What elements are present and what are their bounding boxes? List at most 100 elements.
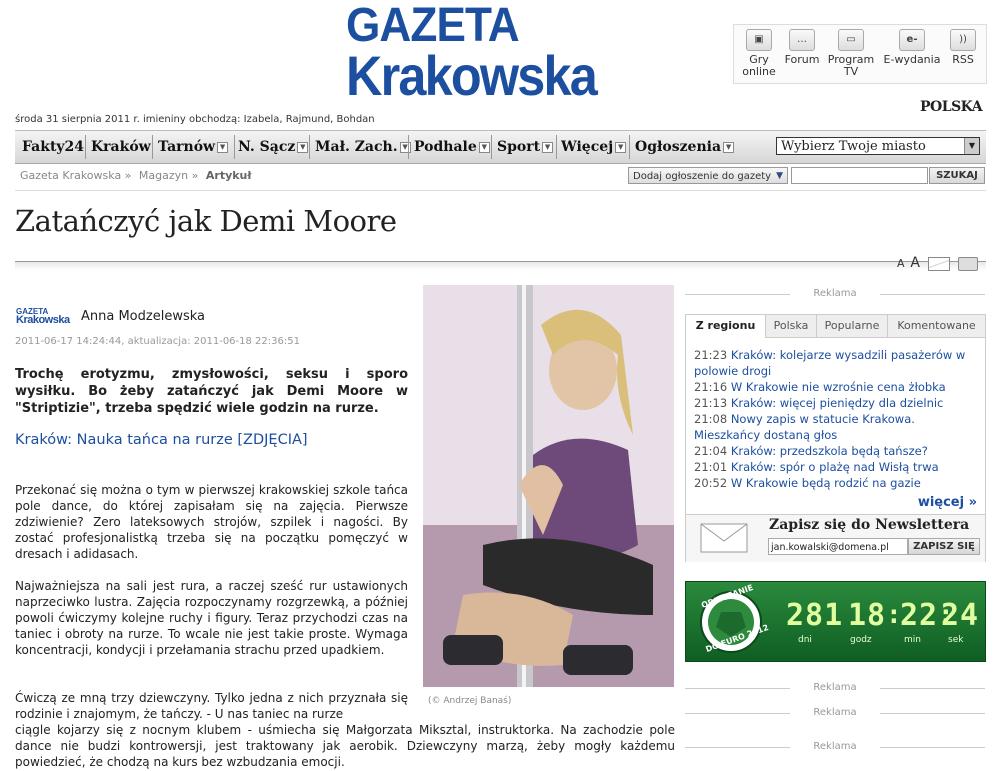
site-logo-top[interactable]: GAZETA	[346, 2, 520, 50]
page-title: Zatańczyć jak Demi Moore	[15, 204, 397, 238]
nav-item-krakow[interactable]: Kraków	[91, 139, 151, 155]
breadcrumb-current: Artykuł	[205, 169, 252, 182]
print-icon[interactable]	[957, 256, 978, 271]
nav-item-mal-zach[interactable]: Mał. Zach. ▼	[315, 139, 411, 155]
related-article-link[interactable]: Kraków: Nauka tańca na rurze [ZDJĘCIA]	[15, 432, 308, 448]
nav-item-label: Ogłoszenia	[635, 139, 722, 155]
add-ad-dropdown[interactable]: Dodaj ogłoszenie do gazety ▼	[628, 167, 788, 184]
top-links: ▣ Gry online … Forum ▭ Program TV e- E-w…	[733, 24, 987, 84]
list-item[interactable]: 21:23 Kraków: kolejarze wysadzili pasaże…	[694, 347, 979, 379]
nav-item-label: Tarnów	[158, 139, 216, 155]
search-input[interactable]	[791, 167, 928, 184]
nav-item-sport[interactable]: Sport ▼	[497, 139, 554, 155]
nav-item-label: Więcej	[561, 139, 614, 155]
top-link-tv[interactable]: ▭ Program TV	[826, 29, 876, 78]
ad-label: Reklama	[685, 741, 985, 752]
chevron-down-icon: ▼	[776, 171, 783, 181]
city-select[interactable]: Wybierz Twoje miasto ▼	[776, 137, 980, 155]
countdown-seconds: 24	[941, 598, 980, 633]
newsletter-email-field[interactable]: jan.kowalski@domena.pl	[768, 538, 908, 555]
breadcrumb: Gazeta Krakowska » Magazyn » Artykuł	[20, 169, 252, 182]
list-item[interactable]: 21:04 Kraków: przedszkola będą tańsze?	[694, 443, 979, 459]
tab-popularne[interactable]: Popularne	[817, 315, 888, 337]
chevron-down-icon[interactable]: ▼	[297, 141, 309, 153]
list-item[interactable]: 21:01 Kraków: spór o plażę nad Wisłą trw…	[694, 459, 979, 475]
top-link-forum[interactable]: … Forum	[780, 29, 824, 66]
list-item[interactable]: 21:16 W Krakowie nie wzrośnie cena żłobk…	[694, 379, 979, 395]
nav-separator	[629, 135, 630, 159]
nav-item-nowy-sacz[interactable]: N. Sącz ▼	[238, 139, 309, 155]
site-logo-bottom[interactable]: Krakowska	[346, 48, 598, 104]
article-paragraph: ciągle kojarzy się z nocnym klubem - uśm…	[15, 723, 675, 769]
countdown-label-seconds: sek	[948, 635, 964, 645]
photo-credit: (© Andrzej Banaś)	[428, 696, 512, 706]
news-link[interactable]: W Krakowie nie wzrośnie cena żłobka	[731, 380, 946, 394]
news-time: 21:04	[694, 444, 728, 458]
ad-label: Reklama	[685, 288, 985, 299]
article-author[interactable]: Anna Modzelewska	[81, 309, 205, 324]
news-time: 21:13	[694, 396, 728, 410]
nav-item-label: Podhale	[414, 139, 477, 155]
tab-komentowane[interactable]: Komentowane	[888, 315, 985, 337]
news-tabs: Z regionu Polska Popularne Komentowane	[686, 315, 985, 338]
article-paragraph: Przekonać się można o tym w pierwszej kr…	[15, 483, 408, 561]
font-increase-button[interactable]: A	[910, 255, 920, 271]
top-link-e-editions[interactable]: e- E-wydania	[880, 29, 944, 66]
nav-separator	[152, 135, 153, 159]
city-select-value: Wybierz Twoje miasto	[781, 139, 926, 154]
nav-item-podhale[interactable]: Podhale ▼	[414, 139, 490, 155]
add-ad-label: Dodaj ogłoszenie do gazety	[633, 171, 772, 182]
list-item[interactable]: 21:08 Nowy zapis w statucie Krakowa. Mie…	[694, 411, 979, 443]
nav-separator	[408, 135, 409, 159]
news-time: 21:01	[694, 460, 728, 474]
newsletter-box: Zapisz się do Newslettera jan.kowalski@d…	[686, 514, 985, 562]
breadcrumb-link-section[interactable]: Magazyn	[139, 169, 188, 182]
email-icon[interactable]	[927, 256, 950, 271]
e-edition-icon: e-	[899, 29, 925, 51]
nav-item-tarnow[interactable]: Tarnów ▼	[158, 139, 229, 155]
tab-polska[interactable]: Polska	[766, 315, 817, 337]
speech-bubble-icon: …	[789, 29, 815, 51]
font-decrease-button[interactable]: A	[897, 257, 905, 270]
news-link[interactable]: W Krakowie będą rodzić na gazie	[731, 476, 921, 490]
top-link-games[interactable]: ▣ Gry online	[740, 29, 778, 78]
nav-item-fakty24[interactable]: Fakty24	[22, 139, 84, 155]
news-time: 21:23	[694, 348, 728, 362]
chevron-down-icon[interactable]: ▼	[964, 138, 979, 154]
partner-logo[interactable]: POLSKA	[920, 99, 983, 115]
newsletter-title: Zapisz się do Newslettera	[769, 517, 970, 533]
nav-separator	[491, 135, 492, 159]
envelope-icon	[700, 523, 748, 553]
top-link-label: Program TV	[827, 53, 875, 78]
article-meta: 2011-06-17 14:24:44, aktualizacja: 2011-…	[15, 336, 300, 347]
search-button[interactable]: SZUKAJ	[929, 167, 985, 184]
chevron-down-icon[interactable]: ▼	[542, 141, 554, 153]
news-link[interactable]: Nowy zapis w statucie Krakowa. Mieszkańc…	[694, 412, 915, 442]
countdown-minutes: 22	[900, 598, 939, 633]
breadcrumb-link-home[interactable]: Gazeta Krakowska	[20, 169, 121, 182]
chevron-down-icon[interactable]: ▼	[478, 141, 490, 153]
news-link[interactable]: Kraków: więcej pieniędzy dla dzielnic	[731, 396, 944, 410]
tab-region[interactable]: Z regionu	[686, 315, 766, 338]
list-item[interactable]: 21:13 Kraków: więcej pieniędzy dla dziel…	[694, 395, 979, 411]
newsletter-subscribe-button[interactable]: ZAPISZ SIĘ	[908, 538, 980, 555]
nav-item-label: Sport	[497, 139, 541, 155]
photo-illustration	[423, 285, 674, 687]
euro-countdown-banner[interactable]: ODLICZANIE DO EURO 2012 281 18 : 22 : 24…	[685, 581, 986, 662]
news-link[interactable]: Kraków: spór o plażę nad Wisłą trwa	[731, 460, 939, 474]
article-photo[interactable]	[423, 285, 674, 687]
chevron-down-icon[interactable]: ▼	[615, 141, 627, 153]
news-time: 20:52	[694, 476, 728, 490]
nav-item-ogloszenia[interactable]: Ogłoszenia ▼	[635, 139, 735, 155]
nav-item-wiecej[interactable]: Więcej ▼	[561, 139, 627, 155]
chevron-down-icon[interactable]: ▼	[217, 141, 229, 153]
article-paragraph: Ćwiczą ze mną trzy dziewczyny. Tylko jed…	[15, 691, 408, 721]
more-news-link[interactable]: więcej »	[918, 495, 977, 510]
tv-icon: ▭	[838, 29, 864, 51]
news-link[interactable]: Kraków: przedszkola będą tańsze?	[731, 444, 928, 458]
chevron-down-icon[interactable]: ▼	[723, 141, 735, 153]
list-item[interactable]: 20:52 W Krakowie będą rodzić na gazie	[694, 475, 979, 491]
rss-icon: ))	[950, 29, 976, 51]
top-link-rss[interactable]: )) RSS	[946, 29, 980, 66]
news-link[interactable]: Kraków: kolejarze wysadzili pasażerów w …	[694, 348, 965, 378]
